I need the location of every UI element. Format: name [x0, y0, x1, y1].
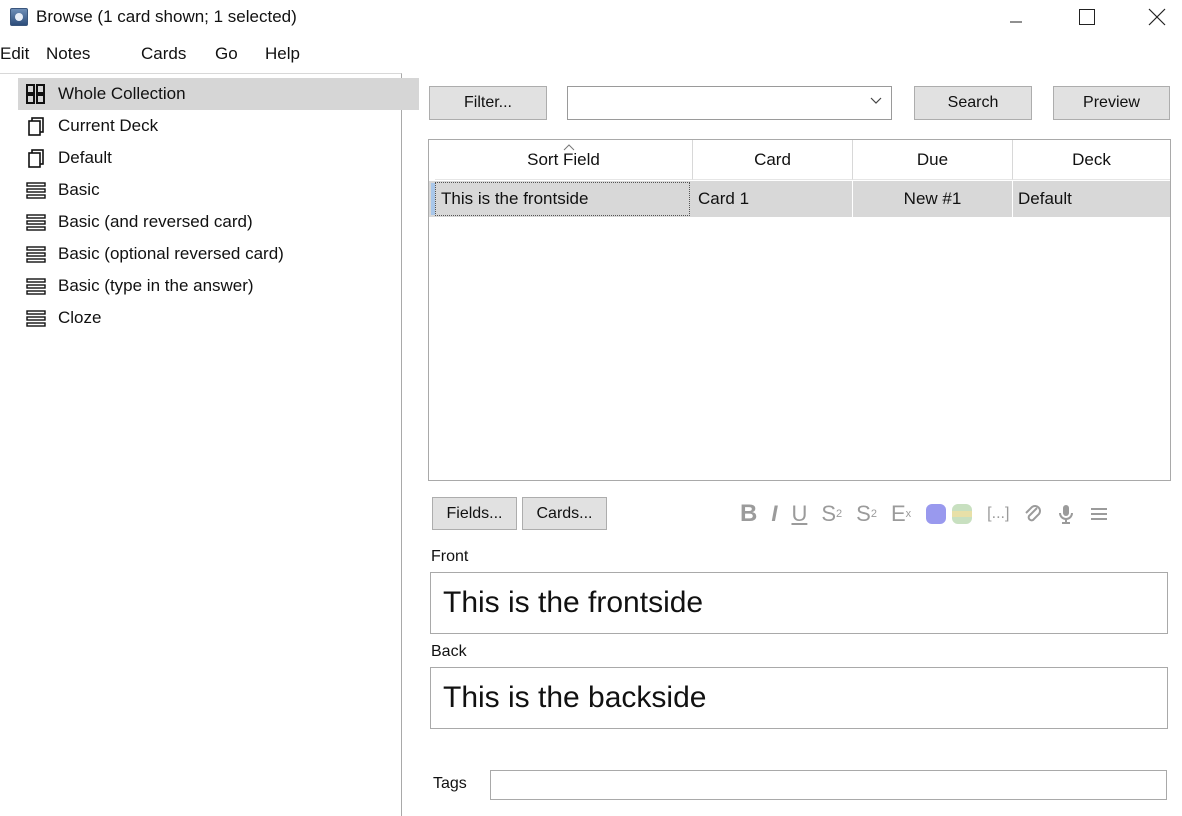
close-icon	[1148, 8, 1166, 26]
filter-button[interactable]: Filter...	[429, 86, 547, 120]
app-icon	[10, 8, 28, 26]
minimize-button[interactable]	[993, 0, 1039, 34]
search-combobox[interactable]	[567, 86, 892, 120]
tags-label: Tags	[433, 775, 467, 792]
sidebar-item-label: Whole Collection	[58, 84, 186, 103]
close-button[interactable]	[1134, 0, 1180, 34]
note-type-icon	[26, 182, 46, 199]
search-input[interactable]	[570, 89, 860, 117]
text-color-icon[interactable]	[925, 503, 947, 525]
superscript-icon[interactable]: S2	[821, 501, 842, 527]
cell-card[interactable]: Card 1	[693, 181, 853, 217]
column-header-deck[interactable]: Deck	[1013, 140, 1170, 180]
cell-deck[interactable]: Default	[1013, 181, 1170, 217]
field-label-front: Front	[431, 548, 469, 565]
sidebar-item-cloze[interactable]: Cloze	[0, 302, 402, 334]
deck-icon	[28, 149, 44, 168]
column-header-label: Sort Field	[527, 149, 600, 169]
sidebar-item-label: Cloze	[58, 308, 102, 327]
menu-notes[interactable]: Notes	[46, 44, 90, 64]
cards-button[interactable]: Cards...	[522, 497, 607, 530]
deck-icon	[28, 117, 44, 136]
maximize-button[interactable]	[1064, 0, 1110, 34]
preview-button[interactable]: Preview	[1053, 86, 1170, 120]
cloze-icon[interactable]: [...]	[987, 505, 1009, 523]
column-header-due[interactable]: Due	[853, 140, 1013, 180]
highlight-color-icon[interactable]	[951, 503, 973, 525]
chevron-down-icon[interactable]	[869, 94, 883, 108]
cell-due[interactable]: New #1	[853, 181, 1013, 217]
menu-edit[interactable]: Edit	[0, 44, 29, 64]
front-field[interactable]: This is the frontside	[430, 572, 1168, 634]
sidebar-item-label: Basic	[58, 180, 100, 199]
table-row[interactable]: This is the frontside Card 1 New #1 Defa…	[429, 181, 1170, 217]
clear-format-icon[interactable]: Ex	[891, 501, 911, 527]
column-header-card[interactable]: Card	[693, 140, 853, 180]
sidebar-item-label: Basic (type in the answer)	[58, 276, 254, 295]
sidebar-item-basic[interactable]: Basic	[0, 174, 402, 206]
sidebar: Whole Collection Current Deck Default Ba…	[0, 73, 419, 816]
search-button[interactable]: Search	[914, 86, 1032, 120]
sidebar-item-whole-collection[interactable]: Whole Collection	[18, 78, 419, 110]
underline-icon[interactable]: U	[791, 501, 807, 527]
formatting-toolbar: B I U S2 S2 Ex [...]	[740, 498, 1109, 530]
sidebar-item-label: Basic (and reversed card)	[58, 212, 253, 231]
sidebar-item-label: Basic (optional reversed card)	[58, 244, 284, 263]
sidebar-item-default[interactable]: Default	[0, 142, 402, 174]
minimize-icon	[1010, 21, 1022, 23]
attach-icon[interactable]	[1023, 503, 1043, 525]
card-table: Sort Field Card Due Deck This is the fro…	[428, 139, 1171, 481]
title-bar: Browse (1 card shown; 1 selected)	[0, 0, 1182, 36]
sort-ascending-icon	[563, 144, 575, 151]
cell-sort-field[interactable]: This is the frontside	[435, 182, 690, 216]
field-label-back: Back	[431, 643, 467, 660]
maximize-icon	[1079, 9, 1095, 25]
sidebar-item-basic-optional-reversed[interactable]: Basic (optional reversed card)	[0, 238, 402, 270]
sidebar-item-basic-type-answer[interactable]: Basic (type in the answer)	[0, 270, 402, 302]
column-header-sort-field[interactable]: Sort Field	[435, 140, 693, 180]
subscript-icon[interactable]: S2	[856, 501, 877, 527]
record-audio-icon[interactable]	[1057, 503, 1075, 525]
italic-icon[interactable]: I	[771, 501, 777, 527]
sidebar-item-label: Default	[58, 148, 112, 167]
sidebar-item-current-deck[interactable]: Current Deck	[0, 110, 402, 142]
more-menu-icon[interactable]	[1089, 505, 1109, 523]
note-type-icon	[26, 278, 46, 295]
fields-button[interactable]: Fields...	[432, 497, 517, 530]
sidebar-item-label: Current Deck	[58, 116, 159, 135]
menu-help[interactable]: Help	[265, 44, 300, 64]
menu-cards[interactable]: Cards	[141, 44, 186, 64]
back-field[interactable]: This is the backside	[430, 667, 1168, 729]
window-title: Browse (1 card shown; 1 selected)	[36, 7, 297, 26]
note-type-icon	[26, 246, 46, 263]
menu-go[interactable]: Go	[215, 44, 238, 64]
note-type-icon	[26, 310, 46, 327]
tags-input[interactable]	[490, 770, 1167, 800]
sidebar-item-basic-reversed[interactable]: Basic (and reversed card)	[0, 206, 402, 238]
note-type-icon	[26, 214, 46, 231]
bold-icon[interactable]: B	[740, 500, 757, 528]
collection-icon	[26, 84, 45, 104]
